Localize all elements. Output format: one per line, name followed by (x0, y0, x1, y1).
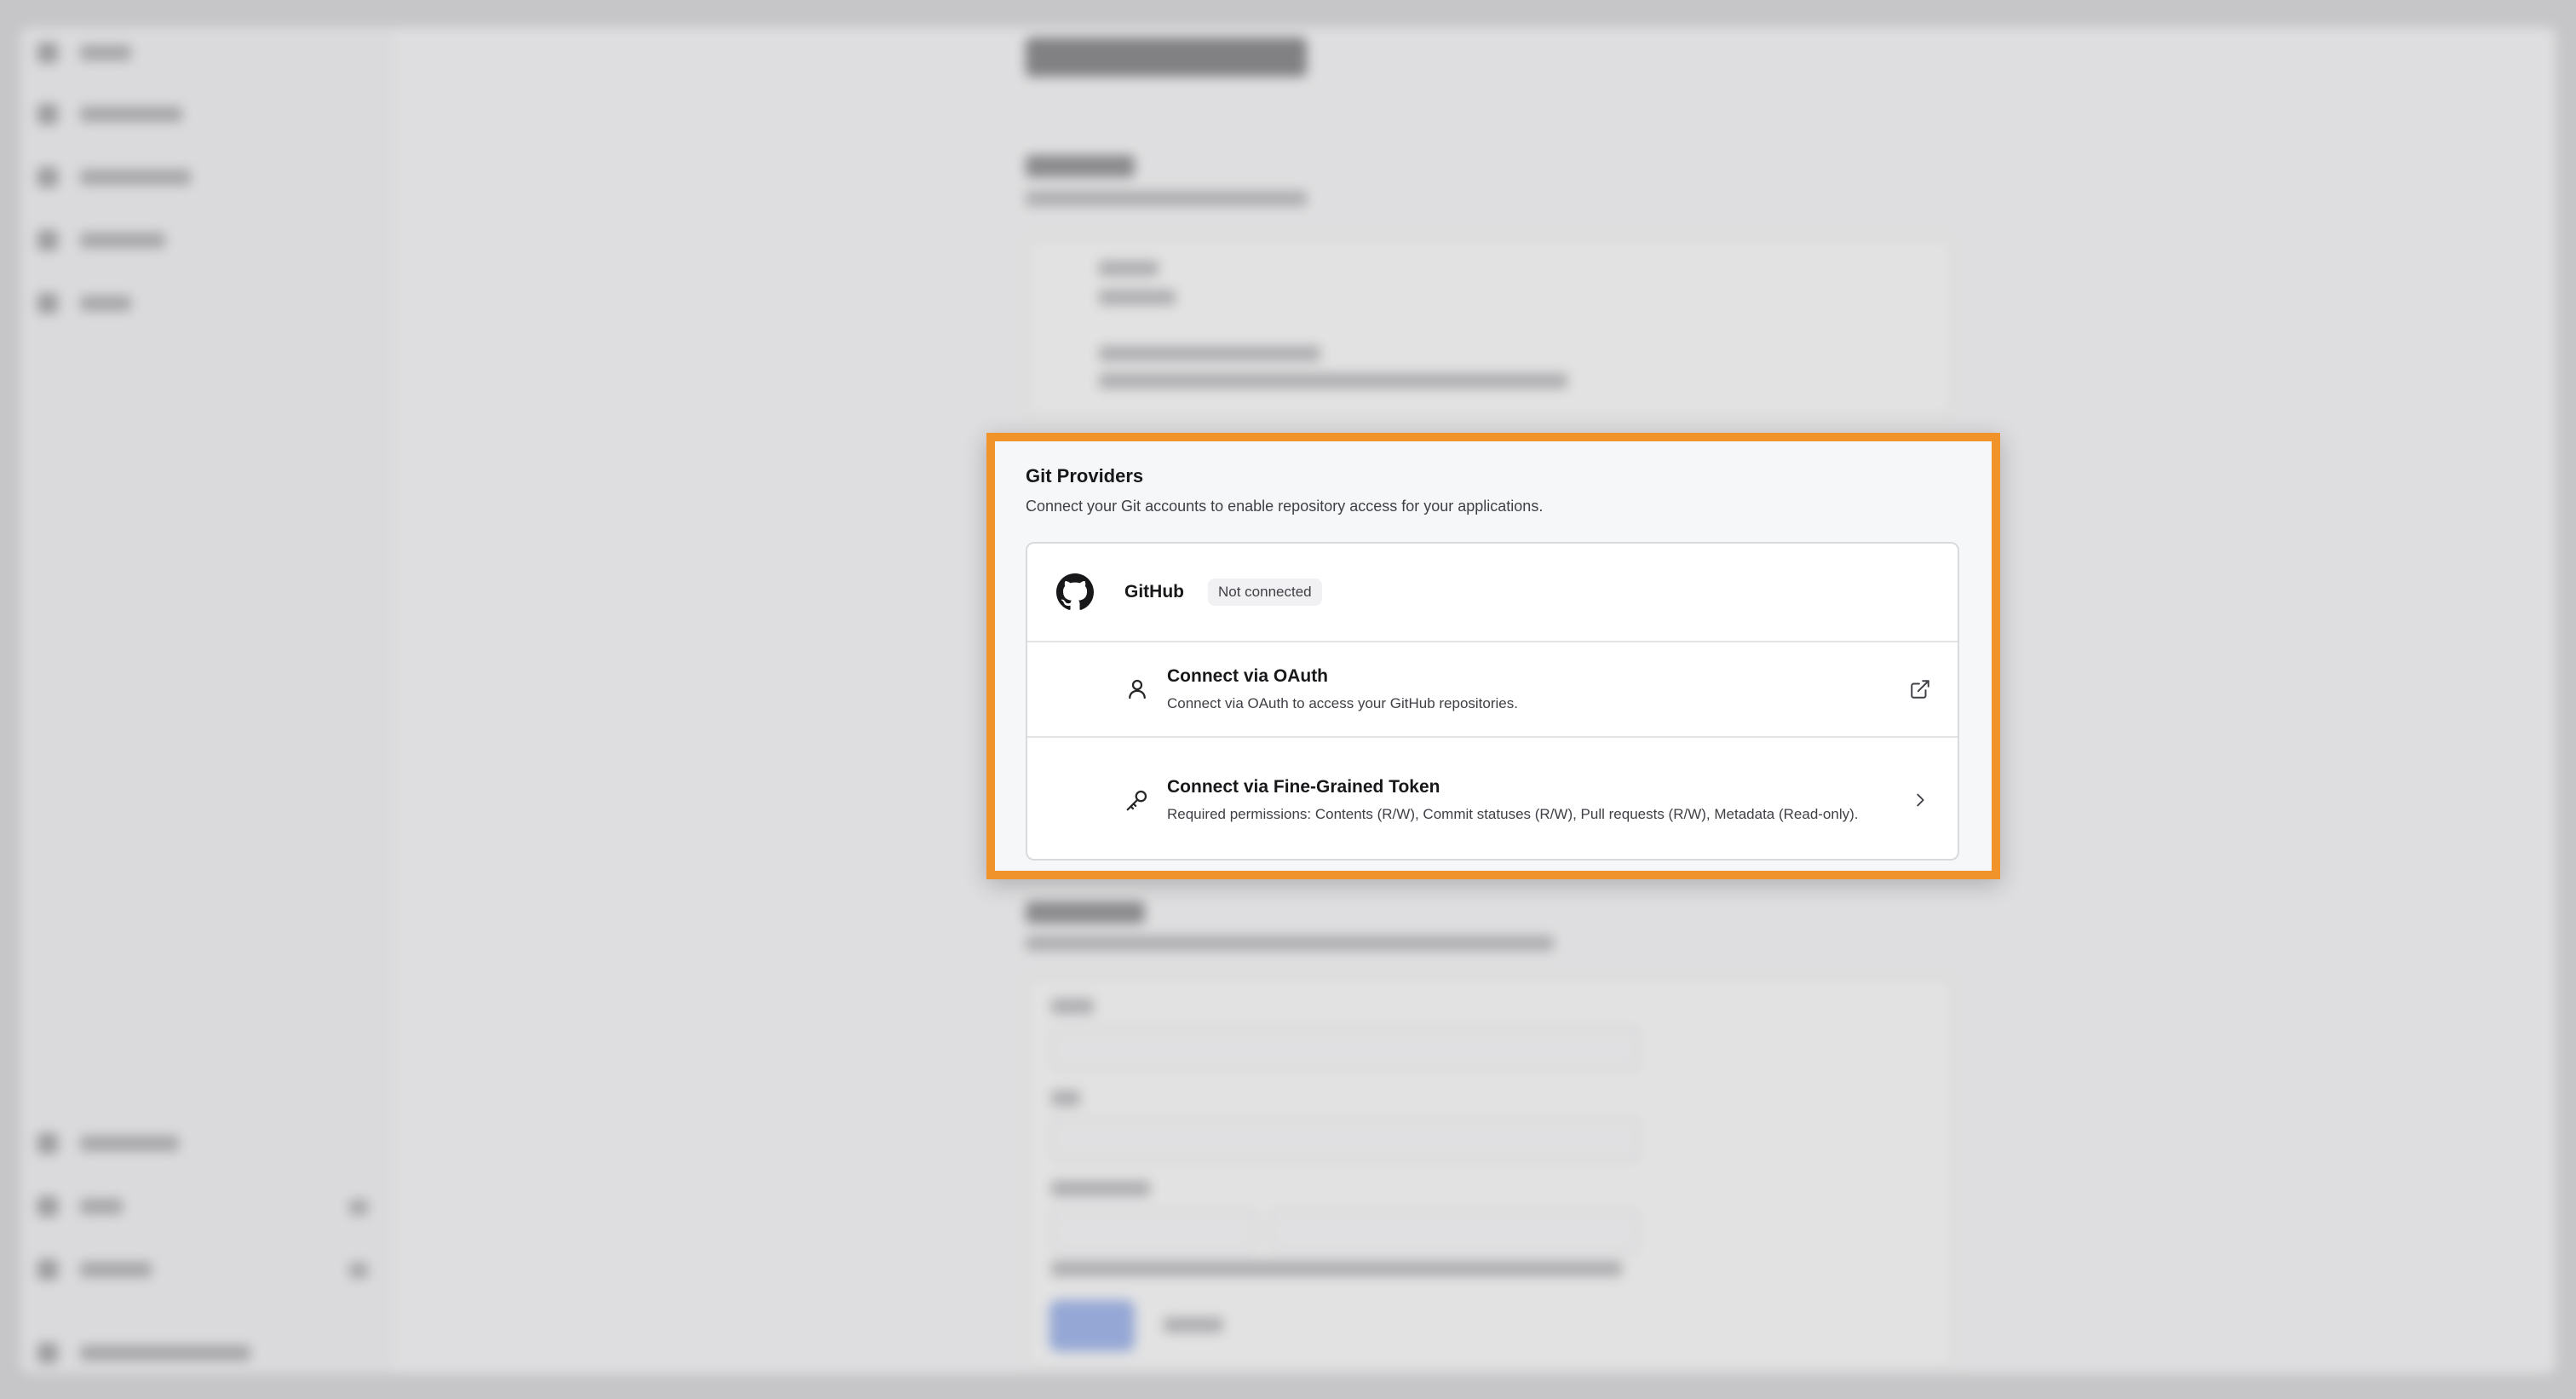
background-nav-item (37, 37, 131, 68)
connect-token-option[interactable]: Connect via Fine-Grained Token Required … (1027, 740, 1958, 859)
panel-title: Git Providers (1026, 465, 1144, 486)
background-nav-item (37, 288, 131, 319)
external-link-icon[interactable] (1908, 677, 1932, 701)
git-providers-panel: Git Providers Connect your Git accounts … (986, 433, 2000, 879)
user-icon (1124, 676, 1150, 702)
background-nav-item (37, 1191, 123, 1222)
github-icon (1056, 573, 1094, 611)
background-nav-item (37, 99, 182, 130)
background-nav-item (37, 1128, 179, 1159)
provider-header: GitHub Not connected (1027, 544, 1958, 642)
background-sidebar (20, 27, 395, 1373)
provider-name: GitHub (1124, 582, 1184, 602)
github-provider-card: GitHub Not connected Connect via OAuth C… (1026, 542, 1959, 861)
background-primary-button (1049, 1300, 1135, 1351)
background-nav-item (37, 1254, 152, 1285)
status-badge: Not connected (1207, 579, 1322, 606)
background-nav-item (37, 1338, 250, 1368)
key-icon (1124, 787, 1150, 813)
background-page-title (1026, 37, 1307, 77)
background-nav-item (37, 162, 191, 193)
option-text: Connect via Fine-Grained Token Required … (1167, 777, 1883, 824)
chevron-right-icon[interactable] (1908, 788, 1932, 812)
option-description: Required permissions: Contents (R/W), Co… (1167, 805, 1859, 822)
connect-oauth-option[interactable]: Connect via OAuth Connect via OAuth to a… (1027, 642, 1958, 738)
option-text: Connect via OAuth Connect via OAuth to a… (1167, 666, 1883, 713)
option-title: Connect via OAuth (1167, 665, 1329, 686)
panel-description: Connect your Git accounts to enable repo… (1026, 498, 1544, 515)
option-title: Connect via Fine-Grained Token (1167, 776, 1440, 797)
option-description: Connect via OAuth to access your GitHub … (1167, 694, 1518, 711)
background-nav-item (37, 225, 165, 256)
